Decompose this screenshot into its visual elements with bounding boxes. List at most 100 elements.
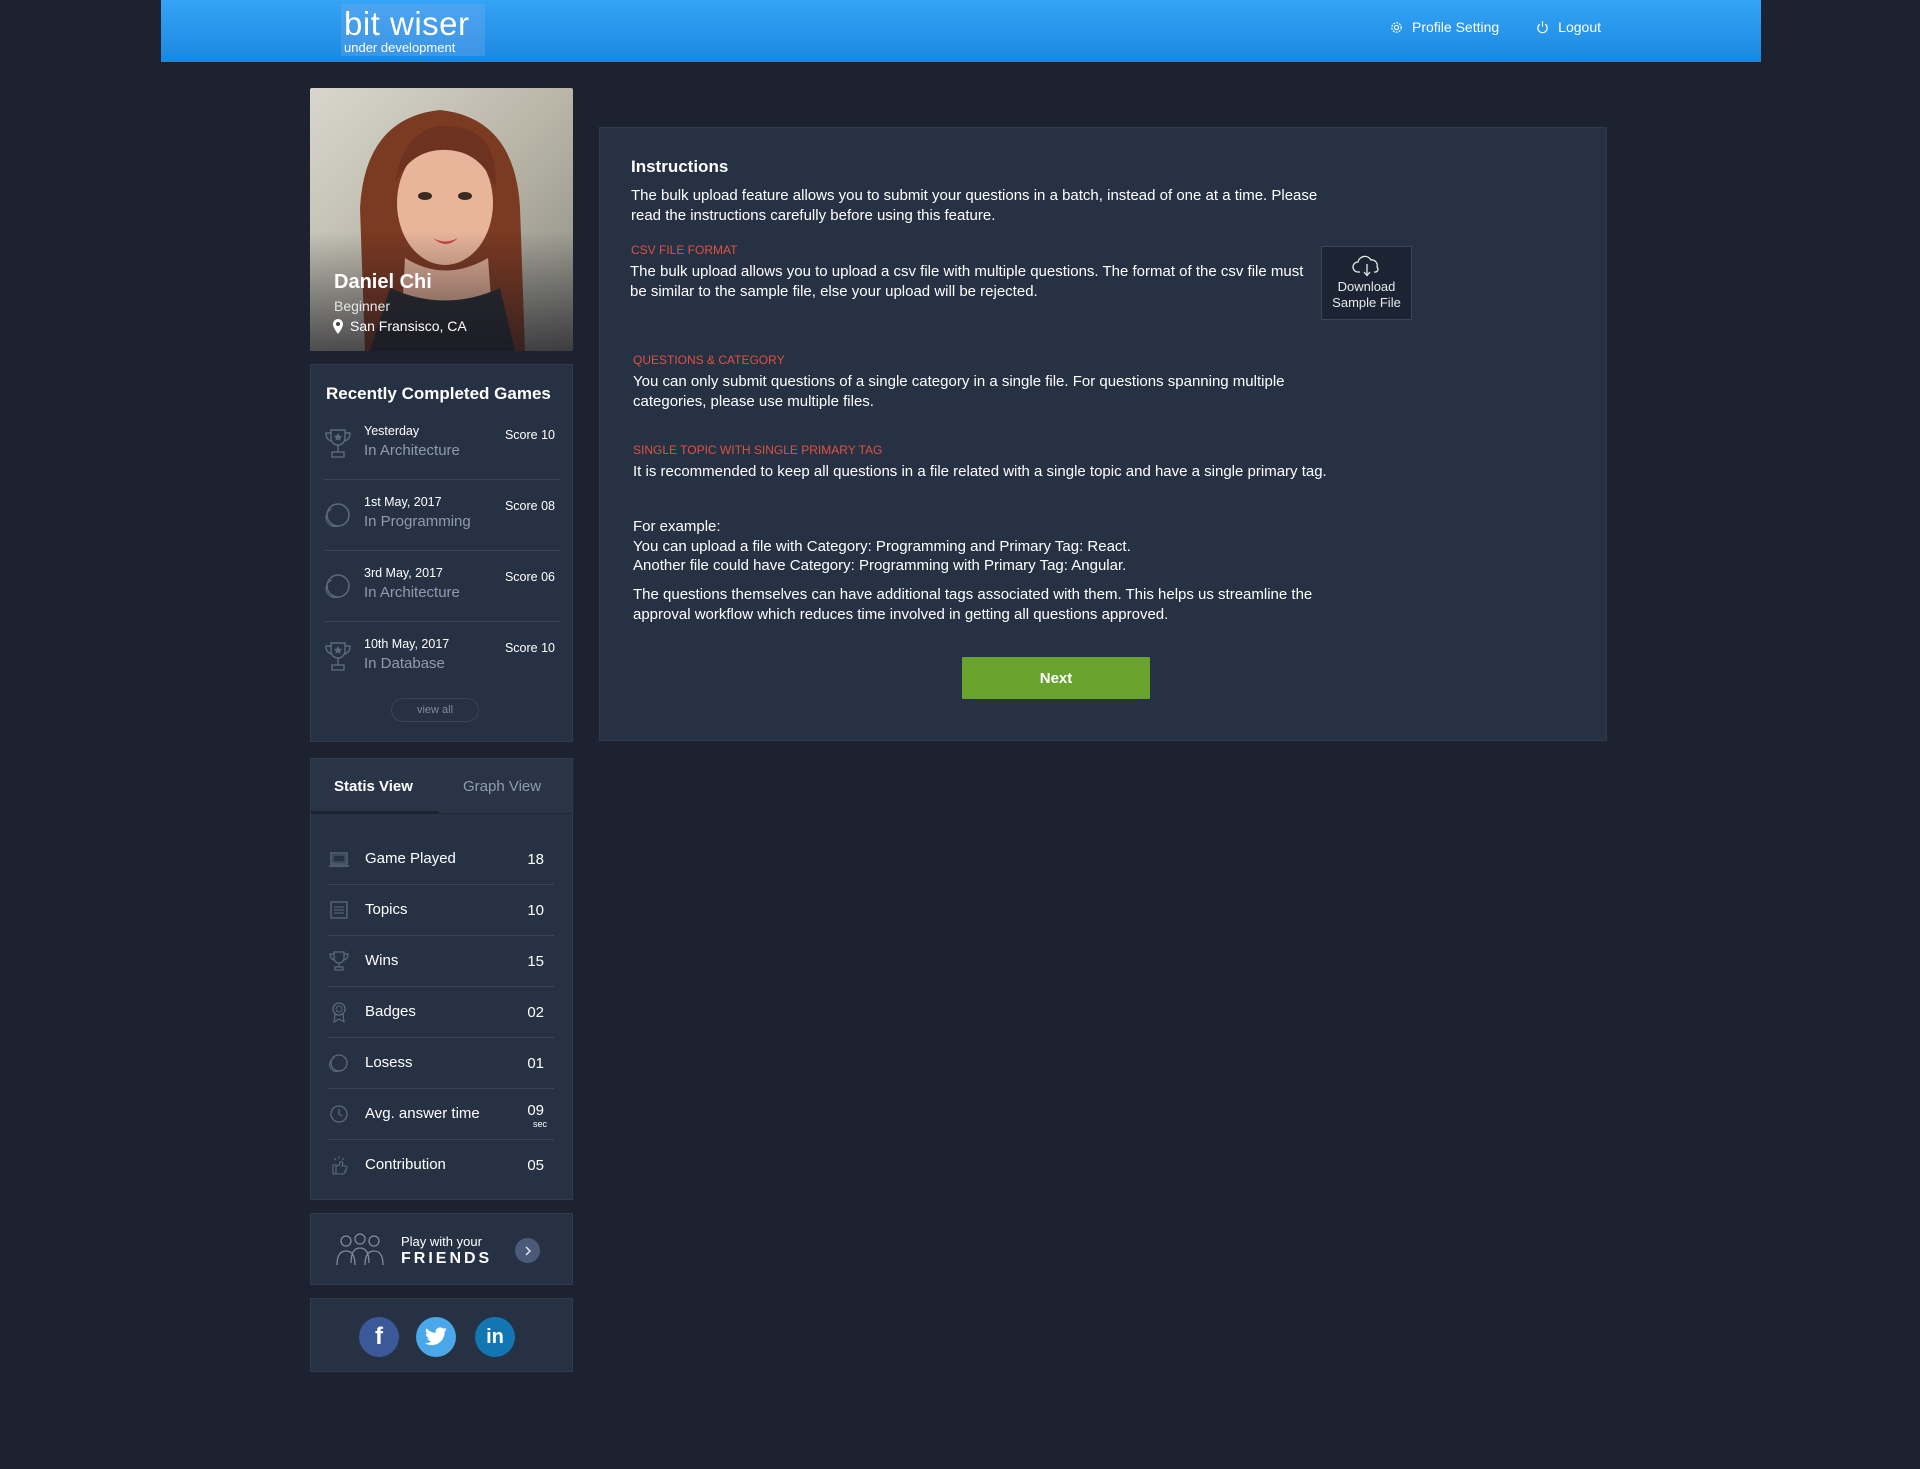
clock-icon <box>330 1105 348 1123</box>
profile-location-text: San Fransisco, CA <box>350 318 467 334</box>
loss-circle-icon <box>325 574 350 598</box>
stat-row-losess: Losess 01 <box>328 1038 554 1089</box>
game-date: Yesterday <box>364 424 420 438</box>
top-nav: Profile Setting Logout <box>1389 19 1601 35</box>
download-sample-file-button[interactable]: Download Sample File <box>1321 246 1412 320</box>
stat-row-avg-answer-time: Avg. answer time 09 sec <box>328 1089 554 1140</box>
stat-value: 15 <box>527 953 544 970</box>
instructions-intro: The bulk upload feature allows you to su… <box>631 187 1318 224</box>
stat-value: 18 <box>527 851 544 868</box>
profile-setting-link[interactable]: Profile Setting <box>1389 19 1499 35</box>
trophy-icon <box>329 951 349 971</box>
friends-line-1: Play with your <box>401 1234 482 1249</box>
stat-row-contribution: Contribution 05 <box>328 1140 554 1191</box>
profile-level: Beginner <box>334 298 391 314</box>
stat-label: Contribution <box>365 1156 446 1173</box>
friends-arrow-button[interactable] <box>515 1238 540 1263</box>
profile-setting-label: Profile Setting <box>1412 19 1500 35</box>
power-icon <box>1537 20 1548 33</box>
gear-icon <box>1391 21 1402 33</box>
profile-card: Daniel Chi Beginner San Fransisco, CA <box>310 88 573 351</box>
download-label-line-2: Sample File <box>1332 295 1401 310</box>
twitter-icon <box>424 1327 447 1346</box>
game-score: Score 10 <box>504 428 555 442</box>
play-with-friends-panel[interactable]: Play with your FRIENDS <box>310 1213 573 1285</box>
game-row[interactable]: 3rd May, 2017 In Architecture Score 06 <box>324 562 560 622</box>
game-category: In Programming <box>364 513 471 530</box>
friends-line-2: FRIENDS <box>401 1250 493 1267</box>
instructions-title: Instructions <box>631 157 729 176</box>
loss-circle-icon <box>325 503 350 527</box>
profile-location: San Fransisco, CA <box>332 318 467 334</box>
stat-row-badges: Badges 02 <box>328 987 554 1038</box>
stat-label: Topics <box>365 901 408 918</box>
facebook-icon: f <box>375 1323 383 1350</box>
top-header-bar: bit wiser under development Profile Sett… <box>161 0 1761 62</box>
csv-format-text: The bulk upload allows you to upload a c… <box>630 263 1304 300</box>
tab-graph-view[interactable]: Graph View <box>463 778 541 795</box>
stat-row-wins: Wins 15 <box>328 936 554 987</box>
game-row[interactable]: 10th May, 2017 In Database Score 10 <box>324 633 560 693</box>
social-links-panel: f in <box>310 1298 573 1372</box>
logout-label: Logout <box>1558 19 1601 35</box>
stat-value: 09 <box>527 1102 544 1119</box>
instructions-panel: Instructions The bulk upload feature all… <box>599 127 1607 741</box>
view-all-button[interactable]: view all <box>391 698 479 722</box>
logout-link[interactable]: Logout <box>1535 19 1601 35</box>
game-row[interactable]: 1st May, 2017 In Programming Score 08 <box>324 491 560 551</box>
stat-label: Avg. answer time <box>365 1105 480 1122</box>
game-score: Score 10 <box>504 641 555 655</box>
profile-name: Daniel Chi <box>334 271 432 293</box>
stat-value: 10 <box>527 902 544 919</box>
stats-tabs: Statis View Graph View <box>311 759 572 814</box>
example-line-2: You can upload a file with Category: Pro… <box>633 538 1131 555</box>
stats-panel: Statis View Graph View Game Played 18 To… <box>310 758 573 1200</box>
recent-games-panel: Recently Completed Games Yesterday In Ar… <box>310 364 573 742</box>
hand-icon <box>332 1156 348 1175</box>
stat-label: Losess <box>365 1054 413 1071</box>
cloud-download-icon <box>1351 255 1379 277</box>
stat-unit: sec <box>532 1119 547 1129</box>
single-topic-heading: SINGLE TOPIC WITH SINGLE PRIMARY TAG <box>633 443 883 457</box>
stat-value: 05 <box>527 1157 544 1174</box>
linkedin-icon: in <box>486 1325 504 1348</box>
recent-games-title: Recently Completed Games <box>326 384 551 403</box>
game-category: In Architecture <box>364 442 460 459</box>
next-button[interactable]: Next <box>962 657 1150 699</box>
game-date: 3rd May, 2017 <box>364 566 443 580</box>
stat-label: Badges <box>365 1003 416 1020</box>
game-category: In Architecture <box>364 584 460 601</box>
linkedin-button[interactable]: in <box>475 1317 515 1357</box>
facebook-button[interactable]: f <box>359 1317 399 1357</box>
questions-category-text: You can only submit questions of a singl… <box>633 373 1285 410</box>
brand-subtitle: under development <box>344 40 456 55</box>
twitter-button[interactable] <box>416 1317 456 1357</box>
laptop-icon <box>329 852 349 867</box>
download-label-line-1: Download <box>1337 279 1396 294</box>
stat-row-game-played: Game Played 18 <box>328 834 554 885</box>
additional-tags-text: The questions themselves can have additi… <box>633 586 1313 623</box>
game-category: In Database <box>364 655 445 672</box>
game-score: Score 06 <box>504 570 555 584</box>
list-icon <box>330 901 348 919</box>
group-icon <box>336 1233 384 1266</box>
tab-statis-view[interactable]: Statis View <box>334 778 413 795</box>
trophy-icon <box>325 429 351 458</box>
active-tab-indicator <box>311 811 439 814</box>
stat-row-topics: Topics 10 <box>328 885 554 936</box>
game-row[interactable]: Yesterday In Architecture Score 10 <box>324 420 560 480</box>
stat-label: Game Played <box>365 850 456 867</box>
stat-value: 02 <box>527 1004 544 1021</box>
badge-icon <box>332 1002 346 1023</box>
csv-format-heading: CSV FILE FORMAT <box>631 243 738 257</box>
brand-name: bit wiser <box>344 5 470 42</box>
game-date: 10th May, 2017 <box>364 637 450 651</box>
example-line-1: For example: <box>633 518 721 535</box>
brand-logo[interactable]: bit wiser under development <box>341 4 485 56</box>
stat-value: 01 <box>527 1055 544 1072</box>
game-score: Score 08 <box>504 499 555 513</box>
trophy-icon <box>325 642 351 671</box>
single-topic-text: It is recommended to keep all questions … <box>633 463 1327 480</box>
loss-circle-icon <box>329 1054 348 1072</box>
location-pin-icon <box>333 318 343 334</box>
